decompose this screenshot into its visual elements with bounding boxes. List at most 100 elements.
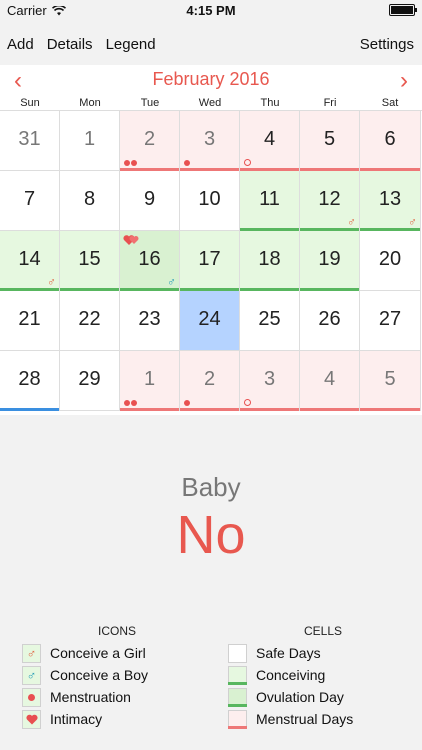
- legend-item: Safe Days: [228, 642, 418, 664]
- day-cell[interactable]: 8: [60, 171, 120, 231]
- day-cell[interactable]: 2: [120, 111, 180, 171]
- day-cell[interactable]: 18: [240, 231, 300, 291]
- day-status-bar: [0, 408, 59, 411]
- day-number: 25: [258, 308, 281, 330]
- day-number: 12: [318, 188, 341, 210]
- menstrual-swatch: [228, 709, 247, 729]
- female-symbol-icon: ♂: [22, 643, 41, 663]
- menstruation-dot-icon: [184, 160, 190, 166]
- day-number: 5: [323, 128, 336, 150]
- day-number: 15: [78, 248, 101, 270]
- day-cell[interactable]: 13 ♂: [360, 171, 421, 231]
- day-number: 9: [143, 188, 156, 210]
- legend: ICONS ♂ Conceive a Girl ♂ Conceive a Boy…: [0, 624, 422, 744]
- day-number: 1: [83, 128, 96, 150]
- status-time: 4:15 PM: [186, 3, 236, 18]
- month-title: February 2016: [152, 69, 270, 89]
- day-cell[interactable]: 7: [0, 171, 60, 231]
- menstruation-dot-icon: [124, 160, 137, 166]
- day-cell[interactable]: 23: [120, 291, 180, 351]
- legend-cells-header: CELLS: [303, 624, 343, 638]
- settings-button[interactable]: Settings: [360, 36, 414, 53]
- day-cell[interactable]: 9: [120, 171, 180, 231]
- ovulation-swatch: [228, 687, 247, 707]
- legend-label: Conceive a Boy: [50, 667, 149, 683]
- day-cell[interactable]: 31: [0, 111, 60, 171]
- day-number: 26: [318, 308, 341, 330]
- weekday-label: Fri: [323, 97, 337, 109]
- legend-item: Menstruation: [22, 686, 212, 708]
- day-cell[interactable]: 26: [300, 291, 360, 351]
- day-number: 10: [198, 188, 221, 210]
- day-cell[interactable]: 29: [60, 351, 120, 411]
- day-number: 17: [198, 248, 221, 270]
- dot-icon: [22, 687, 41, 707]
- day-number: 16: [138, 248, 161, 270]
- female-symbol-icon: ♂: [47, 275, 56, 289]
- day-cell[interactable]: 21: [0, 291, 60, 351]
- day-number: 14: [18, 248, 41, 270]
- menstruation-dot-icon: [184, 400, 190, 406]
- day-cell[interactable]: 1: [60, 111, 120, 171]
- day-number: 6: [384, 128, 396, 150]
- heart-icon: [22, 709, 41, 729]
- day-cell[interactable]: 15: [60, 231, 120, 291]
- details-button[interactable]: Details: [47, 36, 93, 53]
- day-cell[interactable]: 6: [360, 111, 421, 171]
- status-bar: Carrier 4:15 PM: [0, 0, 422, 22]
- day-number: 23: [138, 308, 161, 330]
- safe-day-swatch: [228, 643, 247, 663]
- nav-bar: Add Details Legend Settings: [0, 30, 422, 58]
- month-header: ‹ February 2016 ›: [0, 67, 422, 95]
- menstruation-dot-icon: [244, 399, 251, 406]
- legend-label: Ovulation Day: [256, 689, 344, 705]
- day-cell[interactable]: 22: [60, 291, 120, 351]
- female-symbol-icon: ♂: [347, 215, 356, 229]
- calendar-grid: 31 1 2 3 4 5 6 7 8 9 10 11 12 ♂ 13 ♂ 14 ♂ 15 16 ♂ 17 18 19 20 21 2…: [0, 110, 422, 411]
- day-number: 5: [384, 368, 396, 390]
- day-cell[interactable]: 4: [240, 111, 300, 171]
- menstruation-dot-icon: [124, 400, 137, 406]
- day-number: 4: [323, 368, 336, 390]
- day-number: 21: [18, 308, 41, 330]
- day-number: 13: [378, 188, 402, 210]
- day-cell[interactable]: 10: [180, 171, 240, 231]
- day-status-bar: [300, 408, 359, 411]
- day-cell[interactable]: 14 ♂: [0, 231, 60, 291]
- day-cell[interactable]: 1: [120, 351, 180, 411]
- day-cell[interactable]: 3: [180, 111, 240, 171]
- day-number: 3: [203, 128, 216, 150]
- day-cell[interactable]: 2: [180, 351, 240, 411]
- day-cell[interactable]: 4: [300, 351, 360, 411]
- day-cell[interactable]: 12 ♂: [300, 171, 360, 231]
- day-cell[interactable]: 24: [180, 291, 240, 351]
- day-status-bar: [120, 408, 179, 411]
- day-cell[interactable]: 25: [240, 291, 300, 351]
- day-number: 24: [198, 308, 221, 330]
- day-status-bar: [180, 408, 239, 411]
- weekday-row: Sun Mon Tue Wed Thu Fri Sat: [0, 97, 422, 109]
- day-cell[interactable]: 16 ♂: [120, 231, 180, 291]
- day-cell[interactable]: 3: [240, 351, 300, 411]
- day-number: 7: [23, 188, 36, 210]
- day-cell[interactable]: 5: [300, 111, 360, 171]
- day-cell[interactable]: 11: [240, 171, 300, 231]
- add-button[interactable]: Add: [7, 36, 34, 53]
- next-month-icon[interactable]: ›: [400, 67, 408, 95]
- legend-label: Safe Days: [256, 645, 321, 661]
- day-number: 28: [18, 368, 41, 390]
- day-cell[interactable]: 19: [300, 231, 360, 291]
- legend-label: Menstrual Days: [256, 711, 354, 727]
- weekday-label: Wed: [198, 97, 222, 109]
- legend-item: Ovulation Day: [228, 686, 418, 708]
- day-cell[interactable]: 17: [180, 231, 240, 291]
- day-cell[interactable]: 28: [0, 351, 60, 411]
- day-cell[interactable]: 27: [360, 291, 421, 351]
- day-cell[interactable]: 20: [360, 231, 421, 291]
- day-number: 22: [78, 308, 101, 330]
- day-number: 19: [318, 248, 341, 270]
- legend-button[interactable]: Legend: [106, 36, 156, 53]
- weekday-label: Sun: [20, 97, 40, 109]
- day-number: 20: [378, 248, 402, 270]
- day-cell[interactable]: 5: [360, 351, 421, 411]
